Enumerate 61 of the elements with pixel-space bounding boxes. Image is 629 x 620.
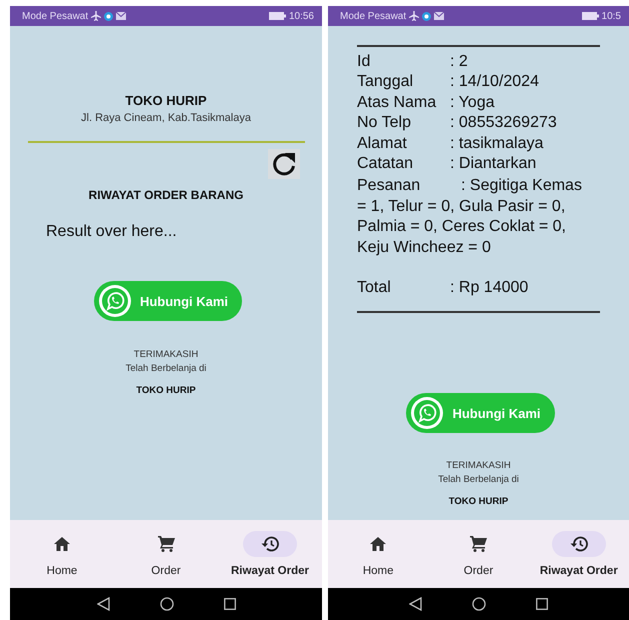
receipt-label: Alamat <box>357 134 408 154</box>
cart-icon <box>158 536 174 552</box>
recents-icon[interactable] <box>536 598 548 610</box>
receipt-label: Id <box>357 52 372 72</box>
status-text: Mode Pesawat <box>340 10 406 22</box>
receipt-value: : Diantarkan <box>450 155 536 172</box>
receipt-label: Catatan <box>357 154 414 174</box>
back-icon[interactable] <box>409 597 422 611</box>
receipt-label: Pesanan <box>357 176 422 196</box>
receipt-value: : 14/10/2024 <box>450 73 539 90</box>
receipt-label: Atas Nama <box>357 92 438 113</box>
clock-time: 10:5 <box>602 10 621 22</box>
home-icon <box>370 537 386 551</box>
notification-icon <box>104 12 114 20</box>
thanks-subtext: Telah Berbelanja di <box>126 363 206 374</box>
refresh-icon <box>271 151 297 177</box>
store-name: TOKO HURIP <box>448 496 508 508</box>
receipt-label: Tanggal <box>357 72 414 92</box>
battery-icon <box>268 12 286 20</box>
receipt-value: : 08553269273 <box>450 114 557 132</box>
mail-icon <box>434 12 444 20</box>
store-name: TOKO HURIP <box>125 93 207 108</box>
home-button-icon[interactable] <box>472 597 486 611</box>
chat-icon <box>98 284 132 318</box>
clock-time: 10:56 <box>288 10 314 22</box>
cart-icon <box>470 536 487 552</box>
receipt-value: : Rp 14000 <box>450 279 528 296</box>
receipt-value: : Yoga <box>450 94 494 111</box>
store-address: Jl. Raya Cineam, Kab.Tasikmalaya <box>81 112 251 124</box>
receipt-label: Total <box>357 278 392 298</box>
thanks-text: TERIMAKASIH <box>134 349 198 360</box>
refresh-button[interactable] <box>268 149 300 179</box>
history-icon <box>261 536 279 552</box>
nav-tab[interactable]: Order <box>428 520 529 588</box>
airplane-icon <box>409 11 420 21</box>
nav-tab[interactable]: Riwayat Order <box>528 520 629 588</box>
home-button-icon[interactable] <box>160 597 174 611</box>
nav-tab[interactable]: Riwayat Order <box>218 520 322 588</box>
airplane-icon <box>91 11 102 21</box>
nav-tab[interactable]: Home <box>10 520 114 588</box>
status-text: Mode Pesawat <box>22 10 88 22</box>
receipt-value: : Segitiga Kemas <box>461 177 582 194</box>
back-icon[interactable] <box>96 597 110 611</box>
notification-icon <box>422 12 432 20</box>
store-name: TOKO HURIP <box>136 385 196 396</box>
receipt-value: : tasikmalaya <box>450 134 544 152</box>
thanks-subtext: Telah Berbelanja di <box>438 474 519 486</box>
battery-icon <box>582 12 599 20</box>
home-icon <box>54 537 70 551</box>
receipt-value: : 2 <box>450 53 468 70</box>
receipt-label: No Telp <box>357 113 412 134</box>
chat-icon <box>410 396 444 430</box>
order-items: = 1, Telur = 0, Gula Pasir = 0, Palmia = 0, Ceres Coklat = 0, Keju Wincheez = 0 <box>357 196 567 258</box>
nav-tab[interactable]: Order <box>114 520 218 588</box>
history-icon <box>570 536 588 552</box>
thanks-text: TERIMAKASIH <box>446 460 511 472</box>
result-text: Result over here... <box>46 223 177 241</box>
section-title: RIWAYAT ORDER BARANG <box>88 188 244 202</box>
mail-icon <box>116 12 126 20</box>
recents-icon[interactable] <box>224 598 236 610</box>
nav-tab[interactable]: Home <box>328 520 428 588</box>
